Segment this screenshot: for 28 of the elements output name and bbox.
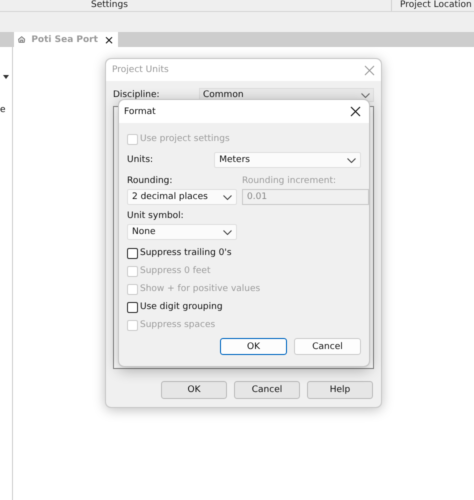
panel-label: e [0,105,6,115]
view-tab[interactable]: Poti Sea Port × [14,32,118,47]
unit-symbol-dropdown[interactable]: None [127,224,237,240]
dialog-button[interactable]: Cancel [234,381,300,399]
dialog-button[interactable]: Cancel [294,338,361,355]
dialog-title: Project Units [112,65,169,75]
field-label: Discipline: [113,90,161,100]
chevron-down-icon [361,92,370,98]
units-dropdown[interactable]: Meters [214,152,361,168]
dialog-title: Format [124,106,156,116]
dialog-button[interactable]: Help [307,381,373,399]
dialog-button[interactable]: OK [220,338,287,355]
close-icon[interactable] [350,106,361,117]
dropdown-arrow-icon[interactable] [3,75,9,79]
dialog-button[interactable]: OK [161,381,227,399]
close-icon[interactable]: × [104,34,114,46]
field-label: Unit symbol: [127,211,185,221]
chevron-down-icon [223,230,232,234]
ribbon-panel-label: Settings [91,0,392,11]
rounding-dropdown[interactable]: 2 decimal places [127,189,237,205]
checkbox-option[interactable]: Use digit grouping [127,298,361,316]
chevron-down-icon [223,194,232,200]
checkbox-option[interactable]: Suppress trailing 0's [127,244,361,262]
ribbon-panel-label: Project Location [400,0,472,11]
field-label: Rounding increment: [242,176,338,186]
chevron-down-icon [347,158,356,162]
field-label: Units: [127,155,154,165]
field-label: Rounding: [127,176,174,186]
